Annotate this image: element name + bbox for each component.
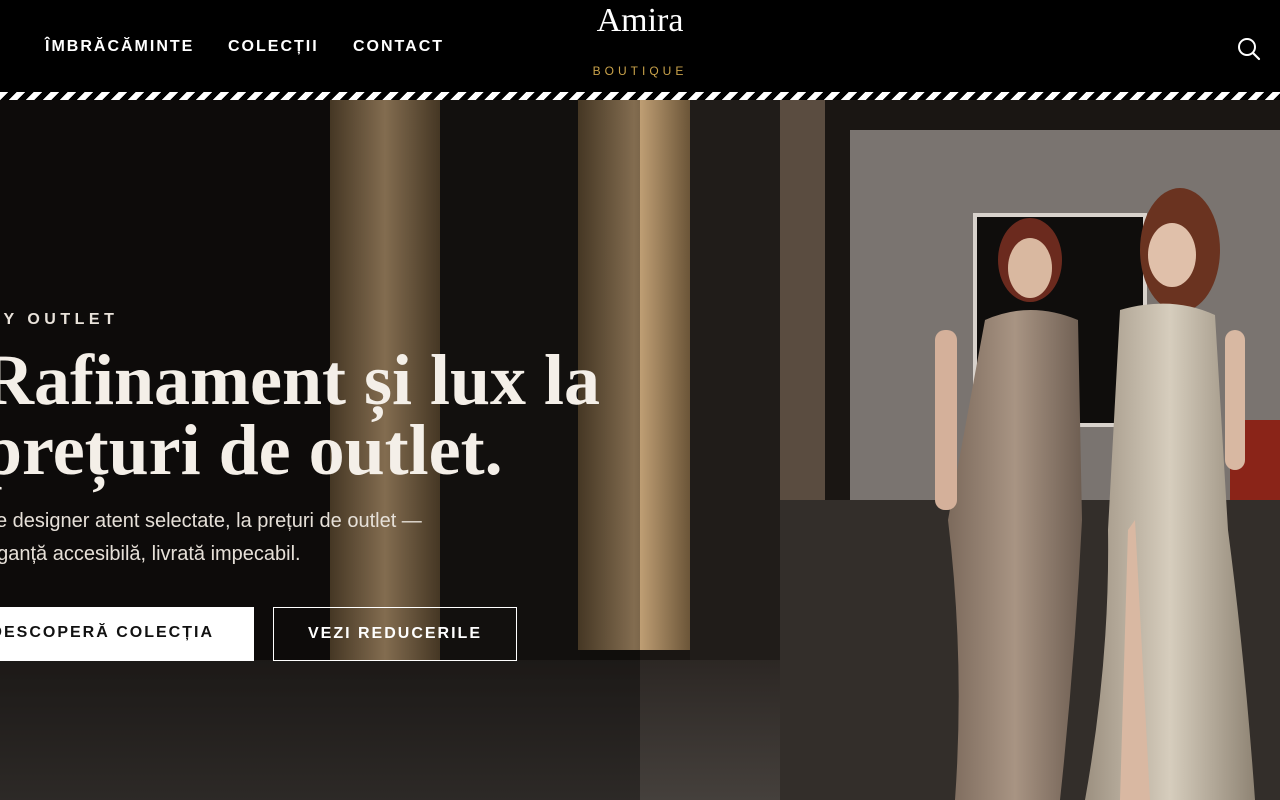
hero-headline-line2: prețuri de outlet. bbox=[0, 410, 503, 490]
hero-subcopy-line2: eganță accesibilă, livrată impecabil. bbox=[0, 543, 301, 565]
header-divider bbox=[0, 92, 1280, 100]
site-header: I ÎMBRĂCĂMINTE COLECȚII CONTACT Amira BO… bbox=[0, 0, 1280, 100]
logo-subtitle: BOUTIQUE bbox=[592, 64, 688, 78]
nav-item-imbracaminte[interactable]: ÎMBRĂCĂMINTE bbox=[45, 38, 194, 56]
hero-eyebrow: URY OUTLET bbox=[0, 311, 119, 328]
hero-subcopy-line1: se designer atent selectate, la prețuri … bbox=[0, 510, 422, 532]
search-icon[interactable] bbox=[1236, 36, 1262, 62]
hero-headline: Rafinament și lux la prețuri de outlet. bbox=[0, 344, 600, 486]
nav-item-colectii[interactable]: COLECȚII bbox=[228, 38, 319, 56]
hero-section: URY OUTLET Rafinament și lux la prețuri … bbox=[0, 100, 1280, 800]
hero-headline-line1: Rafinament și lux la bbox=[0, 340, 601, 420]
logo-title[interactable]: Amira bbox=[0, 2, 1280, 40]
nav-item-contact[interactable]: CONTACT bbox=[353, 38, 444, 56]
view-discounts-button[interactable]: VEZI REDUCERILE bbox=[273, 607, 517, 661]
hero-subcopy: se designer atent selectate, la prețuri … bbox=[0, 505, 422, 571]
discover-collection-button[interactable]: DESCOPERĂ COLECȚIA bbox=[0, 607, 254, 661]
